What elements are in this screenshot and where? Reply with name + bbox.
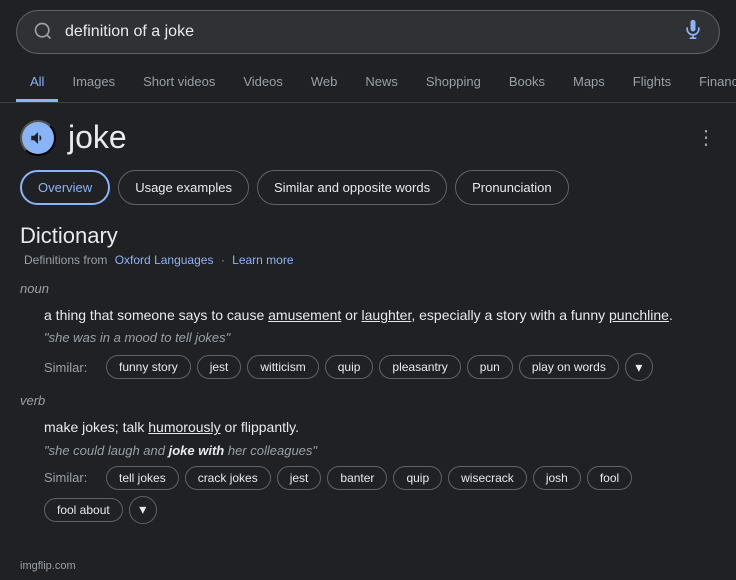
noun-similar-expand[interactable]: ▾ — [625, 353, 653, 381]
nav-tab-short-videos[interactable]: Short videos — [129, 64, 229, 102]
verb-example-bold: joke with — [169, 443, 225, 458]
def-link-amusement[interactable]: amusement — [268, 307, 341, 323]
nav-tab-images[interactable]: Images — [58, 64, 129, 102]
dictionary-title: Dictionary — [20, 223, 716, 249]
dictionary-source: Definitions from Oxford Languages · Lear… — [20, 253, 716, 267]
def-link-punchline[interactable]: punchline — [609, 307, 669, 323]
nav-tab-flights[interactable]: Flights — [619, 64, 685, 102]
nav-tab-finance[interactable]: Finance — [685, 64, 736, 102]
verb-similar-label: Similar: — [44, 470, 100, 485]
chip-quip-2[interactable]: quip — [393, 466, 442, 490]
chip-fool-about[interactable]: fool about — [44, 498, 123, 522]
nav-tab-news[interactable]: News — [351, 64, 412, 102]
noun-example: "she was in a mood to tell jokes" — [44, 330, 716, 345]
verb-example: "she could laugh and joke with her colle… — [44, 443, 716, 458]
chip-crack-jokes[interactable]: crack jokes — [185, 466, 271, 490]
footer: imgflip.com — [0, 552, 736, 580]
chip-quip-1[interactable]: quip — [325, 355, 374, 379]
chip-jest-1[interactable]: jest — [197, 355, 242, 379]
learn-more-link[interactable]: Learn more — [232, 253, 293, 267]
search-bar — [16, 10, 720, 54]
nav-tab-web[interactable]: Web — [297, 64, 352, 102]
verb-example-end: her colleagues" — [224, 443, 317, 458]
nav-tab-books[interactable]: Books — [495, 64, 559, 102]
nav-tab-all[interactable]: All — [16, 64, 58, 102]
word-header-left: joke — [20, 119, 127, 156]
tab-overview[interactable]: Overview — [20, 170, 110, 205]
verb-example-plain: "she could laugh and — [44, 443, 169, 458]
footer-text: imgflip.com — [20, 560, 76, 572]
tab-usage-examples[interactable]: Usage examples — [118, 170, 249, 205]
mic-icon[interactable] — [683, 19, 703, 45]
nav-tab-maps[interactable]: Maps — [559, 64, 619, 102]
noun-definition-block: a thing that someone says to cause amuse… — [44, 304, 716, 381]
def-text-4: . — [669, 307, 673, 323]
speaker-button[interactable] — [20, 120, 56, 156]
chip-wisecrack[interactable]: wisecrack — [448, 466, 527, 490]
noun-label: noun — [20, 281, 716, 296]
noun-similar-label: Similar: — [44, 360, 100, 375]
search-icon — [33, 21, 53, 44]
def-text-2: or — [341, 307, 361, 323]
tab-similar-opposite[interactable]: Similar and opposite words — [257, 170, 447, 205]
verb-def-text-2: or flippantly. — [221, 419, 299, 435]
verb-label: verb — [20, 393, 716, 408]
word-header: joke ⋮ — [20, 119, 716, 156]
verb-similar-row: Similar: tell jokes crack jokes jest ban… — [44, 466, 716, 524]
chip-banter[interactable]: banter — [327, 466, 387, 490]
def-link-humorously[interactable]: humorously — [148, 419, 220, 435]
more-options-icon[interactable]: ⋮ — [696, 125, 716, 150]
chip-funny-story[interactable]: funny story — [106, 355, 191, 379]
chip-tell-jokes[interactable]: tell jokes — [106, 466, 179, 490]
main-content: joke ⋮ Overview Usage examples Similar a… — [0, 103, 736, 552]
section-tabs: Overview Usage examples Similar and oppo… — [20, 170, 716, 205]
word-title: joke — [68, 119, 127, 156]
chip-josh[interactable]: josh — [533, 466, 581, 490]
nav-tabs: All Images Short videos Videos Web News … — [0, 64, 736, 103]
chip-fool[interactable]: fool — [587, 466, 632, 490]
verb-definition-block: make jokes; talk humorously or flippantl… — [44, 416, 716, 523]
nav-tab-shopping[interactable]: Shopping — [412, 64, 495, 102]
chip-jest-2[interactable]: jest — [277, 466, 322, 490]
source-separator: · — [221, 253, 225, 267]
noun-definition: a thing that someone says to cause amuse… — [44, 304, 716, 326]
chip-pun[interactable]: pun — [467, 355, 513, 379]
source-text: Definitions from — [24, 253, 107, 267]
noun-similar-row: Similar: funny story jest witticism quip… — [44, 353, 716, 381]
tab-pronunciation[interactable]: Pronunciation — [455, 170, 569, 205]
chip-play-on-words[interactable]: play on words — [519, 355, 619, 379]
nav-tab-videos[interactable]: Videos — [229, 64, 297, 102]
search-input[interactable] — [65, 23, 683, 41]
chip-witticism[interactable]: witticism — [247, 355, 318, 379]
chip-pleasantry[interactable]: pleasantry — [379, 355, 460, 379]
verb-definition: make jokes; talk humorously or flippantl… — [44, 416, 716, 438]
def-link-laughter[interactable]: laughter — [362, 307, 412, 323]
def-text-1: a thing that someone says to cause — [44, 307, 268, 323]
def-text-3: , especially a story with a funny — [411, 307, 609, 323]
verb-def-text-1: make jokes; talk — [44, 419, 148, 435]
oxford-link[interactable]: Oxford Languages — [115, 253, 214, 267]
